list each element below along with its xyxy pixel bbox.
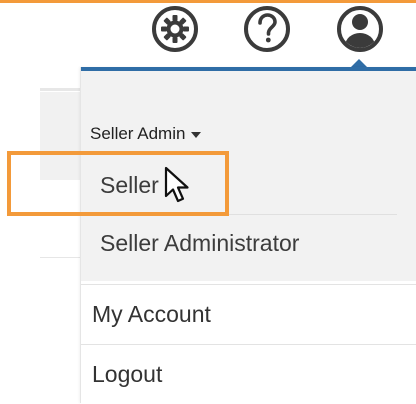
account-dropdown: Seller Admin Seller Seller Administrator… (80, 67, 416, 404)
question-circle-icon (244, 6, 290, 52)
role-option-label: Seller (100, 172, 159, 198)
background-panel (40, 92, 82, 180)
help-button[interactable] (240, 2, 294, 56)
role-switcher-toggle[interactable]: Seller Admin (90, 124, 202, 144)
background-divider (40, 257, 82, 258)
caret-down-icon (191, 132, 202, 138)
role-option-seller-administrator[interactable]: Seller Administrator (91, 214, 397, 271)
menu-item-label: My Account (92, 301, 211, 327)
user-circle-icon (337, 6, 383, 52)
background-header-line (40, 88, 82, 91)
role-option-seller[interactable]: Seller (91, 157, 397, 214)
menu-item-logout[interactable]: Logout (81, 344, 416, 404)
account-button[interactable] (333, 2, 387, 56)
current-role-label: Seller Admin (90, 124, 186, 143)
menu-item-my-account[interactable]: My Account (81, 284, 416, 344)
menu-item-label: Logout (92, 361, 163, 387)
gear-icon (152, 6, 198, 52)
role-option-label: Seller Administrator (100, 229, 300, 256)
settings-button[interactable] (148, 2, 202, 56)
